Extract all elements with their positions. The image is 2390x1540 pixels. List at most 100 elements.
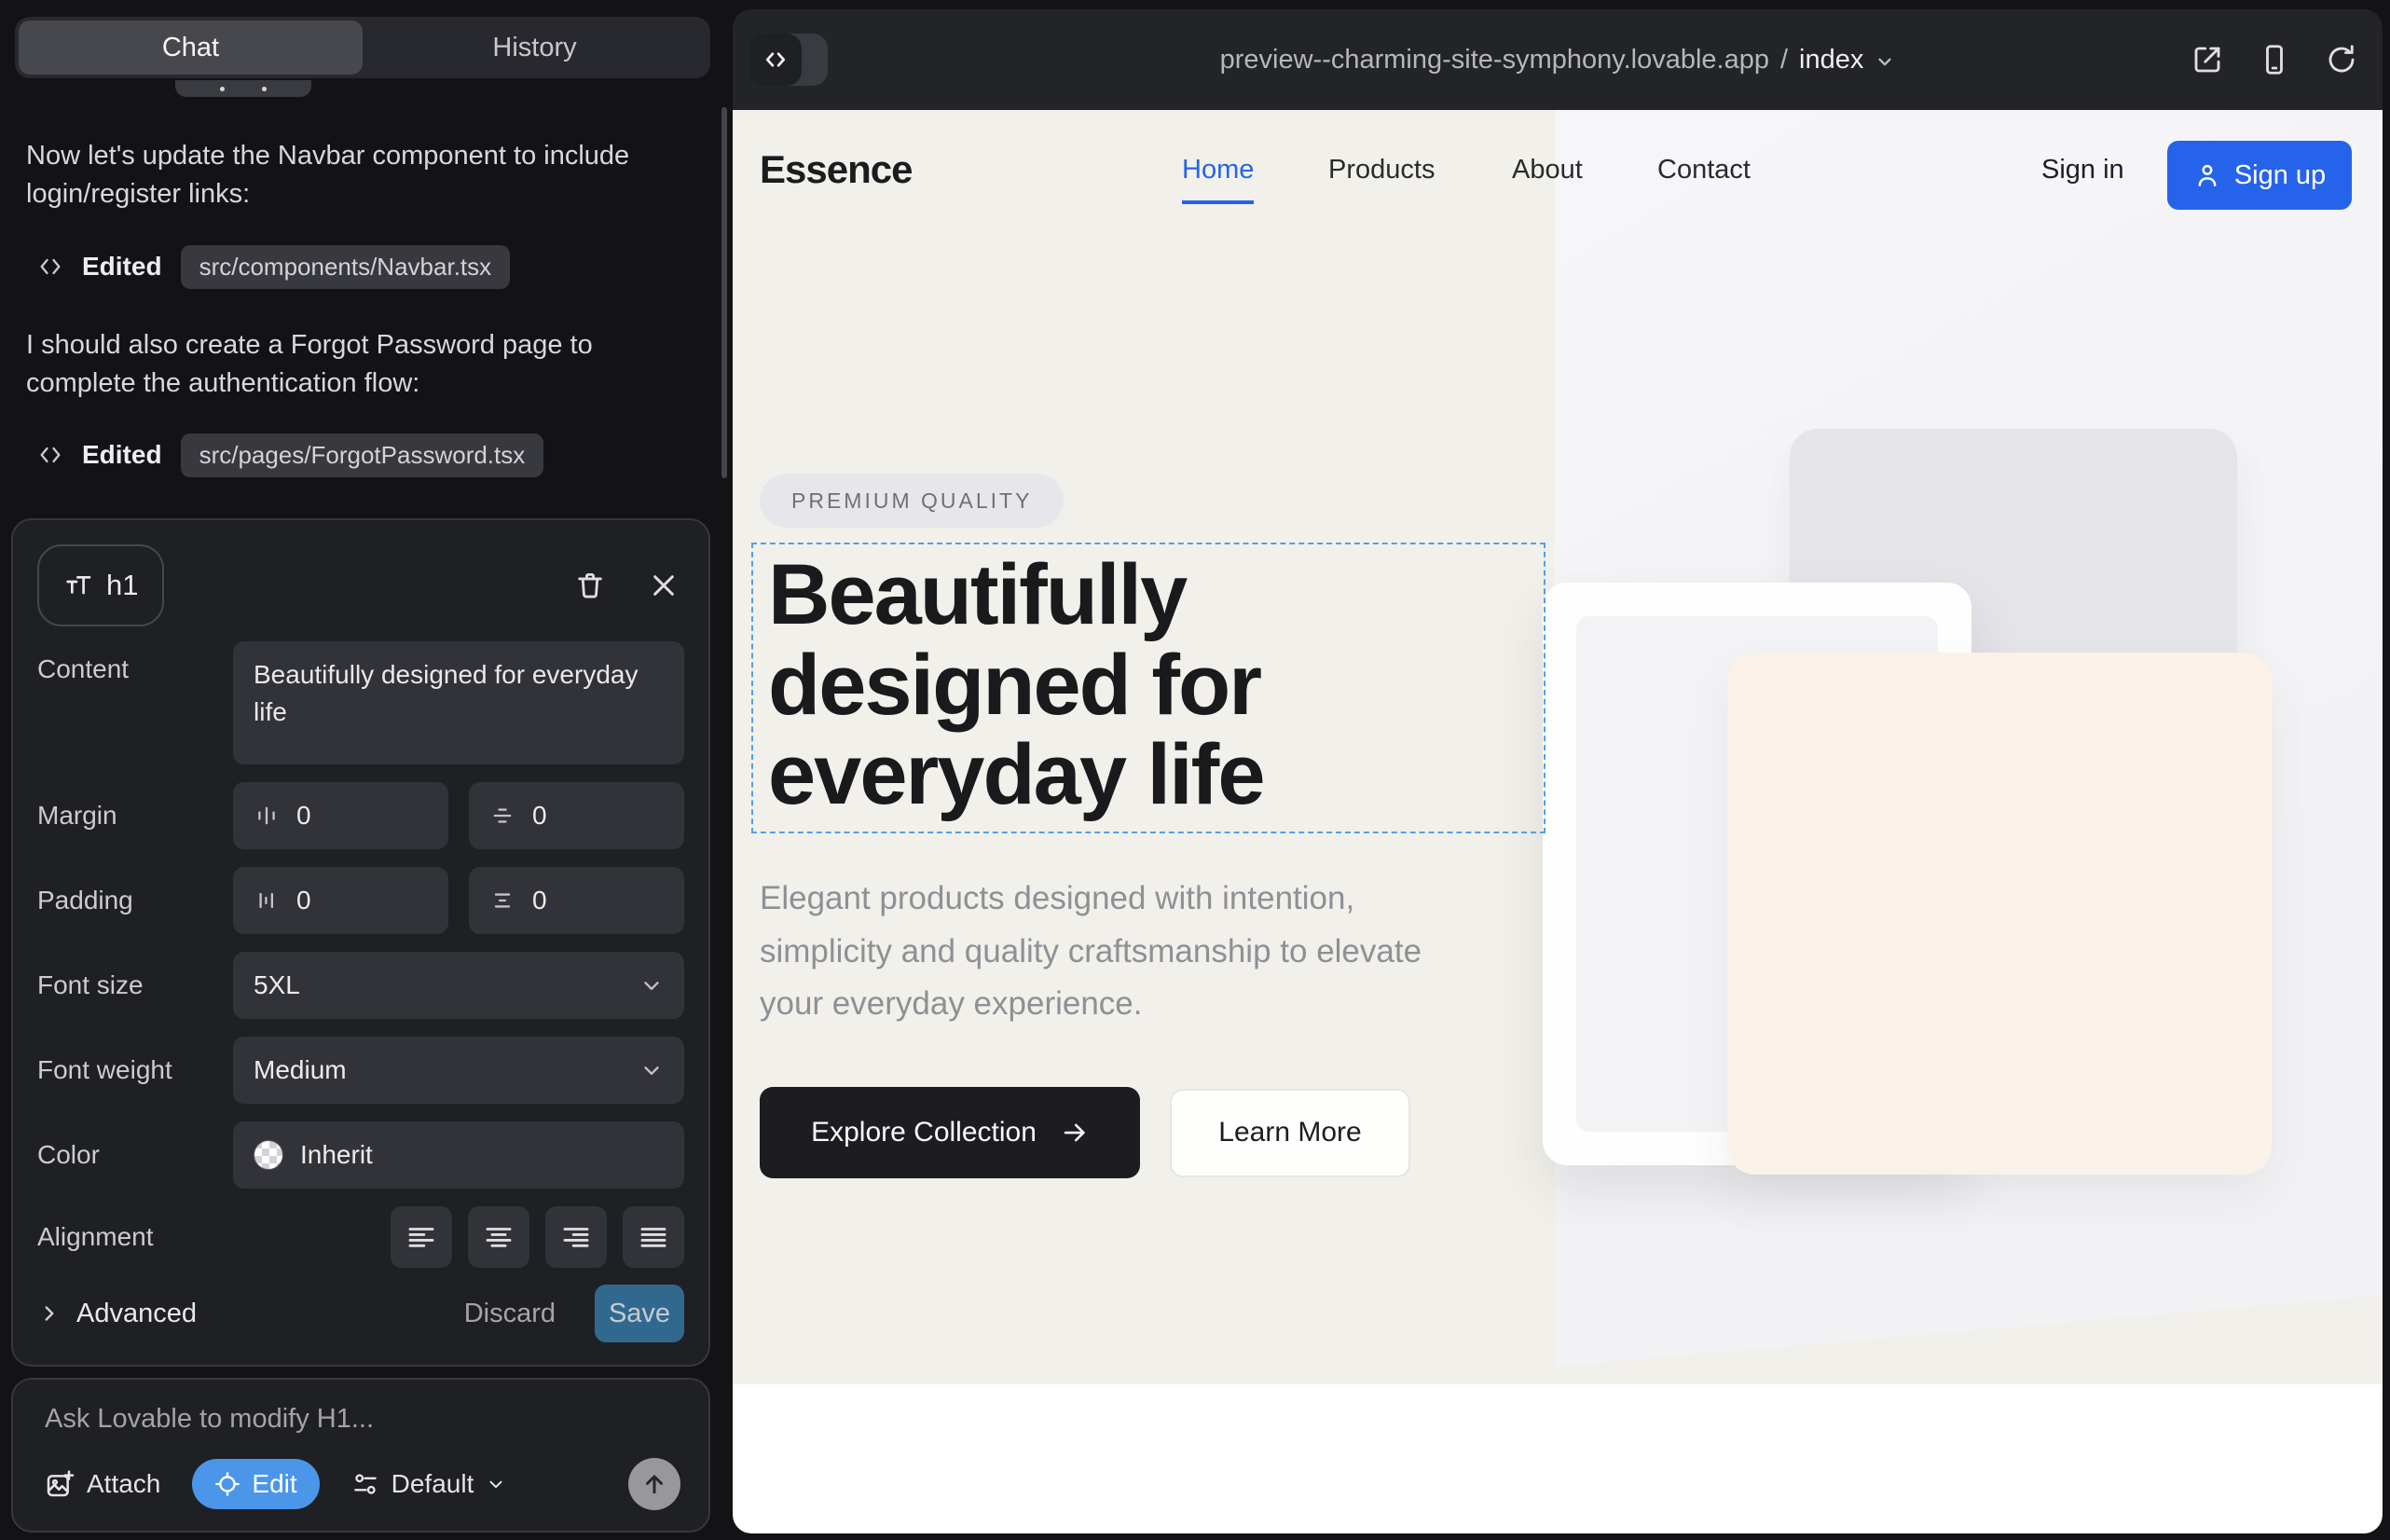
nav-link-contact[interactable]: Contact <box>1657 155 1751 186</box>
path-separator: / <box>1780 45 1788 76</box>
color-label: Color <box>37 1140 233 1170</box>
file-badge[interactable]: src/pages/ForgotPassword.tsx <box>181 433 544 477</box>
file-badge[interactable]: src/components/Navbar.tsx <box>181 245 511 289</box>
margin-y-value: 0 <box>532 801 547 831</box>
margin-y-input[interactable]: 0 <box>469 782 684 849</box>
element-inspector: h1 Content Beautifully desig <box>11 518 710 1367</box>
sign-up-button[interactable]: Sign up <box>2167 141 2352 210</box>
sliders-icon <box>351 1470 379 1498</box>
site-logo[interactable]: Essence <box>760 147 912 192</box>
trash-icon <box>574 570 606 601</box>
chevron-down-icon <box>486 1474 506 1494</box>
external-link-icon <box>2191 43 2224 76</box>
code-icon <box>37 254 63 280</box>
discard-button[interactable]: Discard <box>464 1299 556 1329</box>
type-icon <box>63 571 93 600</box>
color-select[interactable]: Inherit <box>233 1121 684 1189</box>
sign-in-link[interactable]: Sign in <box>2041 155 2124 186</box>
close-inspector-button[interactable] <box>649 571 679 600</box>
target-icon <box>214 1471 240 1497</box>
site-navbar: Essence Home Products About Contact Sign… <box>733 110 2383 233</box>
align-left-button[interactable] <box>391 1206 452 1268</box>
decorative-card-cream <box>1727 653 2272 1175</box>
element-tag: h1 <box>106 569 138 602</box>
color-value: Inherit <box>300 1140 373 1170</box>
code-icon <box>37 442 63 468</box>
nav-link-about[interactable]: About <box>1512 155 1583 186</box>
chevron-down-icon <box>1875 51 1895 72</box>
learn-more-button[interactable]: Learn More <box>1170 1089 1410 1177</box>
selected-element-outline[interactable]: Beautifully designed for everyday life <box>751 543 1545 833</box>
align-justify-icon <box>638 1221 669 1253</box>
margin-horizontal-icon <box>254 803 280 829</box>
edited-file-row[interactable]: Edited src/pages/ForgotPassword.tsx <box>37 431 543 479</box>
attach-label: Attach <box>87 1469 160 1499</box>
mode-selector[interactable]: Default <box>351 1469 507 1499</box>
margin-x-input[interactable]: 0 <box>233 782 448 849</box>
refresh-button[interactable] <box>2325 43 2358 76</box>
advanced-label: Advanced <box>76 1299 197 1329</box>
margin-x-value: 0 <box>296 801 311 831</box>
mode-label: Default <box>391 1469 474 1499</box>
panel-tabs: Chat History <box>15 17 710 78</box>
content-input[interactable]: Beautifully designed for everyday life <box>233 641 684 764</box>
padding-y-value: 0 <box>532 886 547 915</box>
tab-history[interactable]: History <box>363 21 707 75</box>
chat-composer[interactable]: Ask Lovable to modify H1... Attach Edit … <box>11 1378 710 1533</box>
alignment-label: Alignment <box>37 1222 233 1252</box>
panel-scrollbar[interactable] <box>721 107 727 478</box>
padding-vertical-icon <box>489 887 515 914</box>
edited-label: Edited <box>82 440 162 470</box>
user-icon <box>2193 161 2221 189</box>
chevron-down-icon <box>639 973 664 997</box>
open-in-new-tab-button[interactable] <box>2191 43 2224 76</box>
tab-chat[interactable]: Chat <box>19 21 363 75</box>
close-icon <box>649 571 679 600</box>
font-size-value: 5XL <box>254 970 300 1000</box>
align-left-icon <box>405 1221 437 1253</box>
smartphone-icon <box>2258 43 2291 76</box>
margin-vertical-icon <box>489 803 515 829</box>
hero-section: Essence Home Products About Contact Sign… <box>733 110 2383 1384</box>
font-size-select[interactable]: 5XL <box>233 952 684 1019</box>
selected-element-pill[interactable]: h1 <box>37 544 164 626</box>
padding-x-input[interactable]: 0 <box>233 867 448 934</box>
font-size-label: Font size <box>37 970 233 1000</box>
align-center-button[interactable] <box>468 1206 529 1268</box>
font-weight-value: Medium <box>254 1055 347 1085</box>
align-right-button[interactable] <box>545 1206 607 1268</box>
chat-panel: Chat History Now let's update the Navbar… <box>0 0 729 1540</box>
send-button[interactable] <box>628 1458 680 1510</box>
advanced-expander[interactable]: Advanced <box>37 1299 197 1329</box>
delete-element-button[interactable] <box>574 570 606 601</box>
site-viewport: Essence Home Products About Contact Sign… <box>733 110 2383 1533</box>
sign-up-label: Sign up <box>2234 160 2326 191</box>
composer-placeholder[interactable]: Ask Lovable to modify H1... <box>45 1404 680 1435</box>
preview-page: index <box>1799 45 1863 76</box>
attach-image-icon <box>45 1469 75 1499</box>
edit-label: Edit <box>252 1469 296 1499</box>
align-justify-button[interactable] <box>623 1206 684 1268</box>
padding-y-input[interactable]: 0 <box>469 867 684 934</box>
font-weight-select[interactable]: Medium <box>233 1037 684 1104</box>
mobile-view-button[interactable] <box>2258 43 2291 76</box>
arrow-right-icon <box>1061 1119 1089 1147</box>
align-center-icon <box>483 1221 515 1253</box>
refresh-icon <box>2325 43 2358 76</box>
save-button[interactable]: Save <box>595 1285 684 1342</box>
explore-collection-button[interactable]: Explore Collection <box>760 1087 1140 1178</box>
color-swatch <box>254 1140 283 1170</box>
hero-paragraph: Elegant products designed with intention… <box>760 873 1454 1031</box>
address-bar[interactable]: preview--charming-site-symphony.lovable.… <box>733 9 2383 110</box>
edit-mode-button[interactable]: Edit <box>192 1459 319 1509</box>
preview-toolbar: preview--charming-site-symphony.lovable.… <box>733 9 2383 110</box>
scrolled-button-clipped[interactable] <box>175 80 311 97</box>
preview-frame: preview--charming-site-symphony.lovable.… <box>733 9 2383 1533</box>
nav-link-products[interactable]: Products <box>1328 155 1435 186</box>
chat-message: I should also create a Forgot Password p… <box>26 326 665 403</box>
hero-heading[interactable]: Beautifully designed for everyday life <box>768 550 1525 820</box>
chat-message: Now let's update the Navbar component to… <box>26 137 665 213</box>
edited-file-row[interactable]: Edited src/components/Navbar.tsx <box>37 242 510 291</box>
nav-link-home[interactable]: Home <box>1182 155 1254 204</box>
attach-button[interactable]: Attach <box>45 1469 160 1499</box>
